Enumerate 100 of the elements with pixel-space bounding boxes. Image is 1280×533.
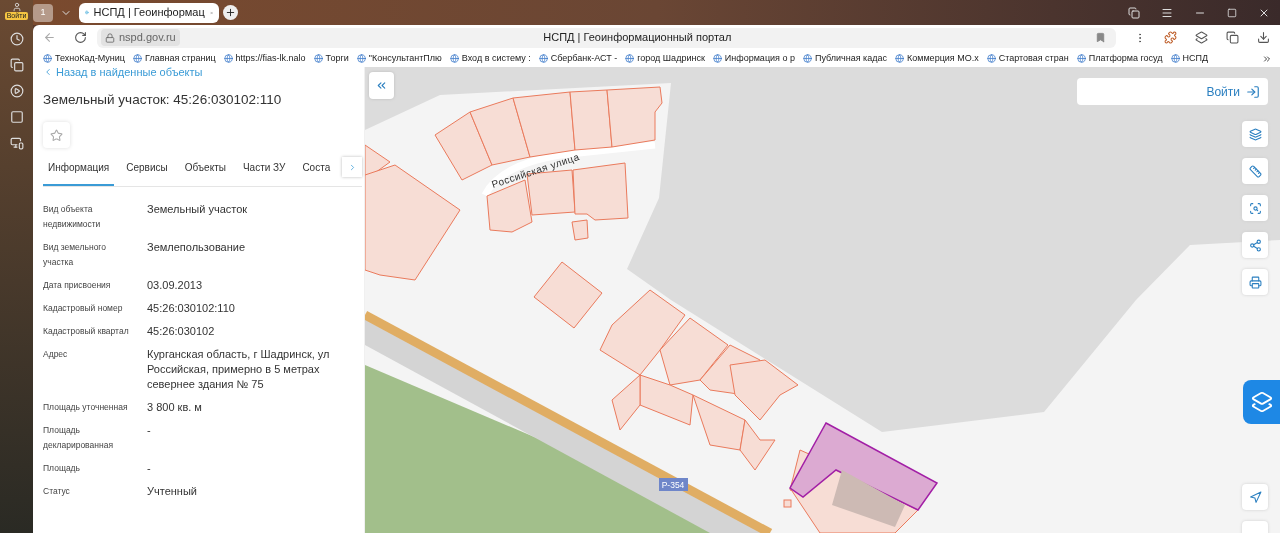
more-bookmarks-icon[interactable]: [1262, 53, 1272, 64]
favicon-icon: [43, 54, 52, 63]
locate-button[interactable]: [1242, 484, 1268, 510]
extension-icon[interactable]: [1195, 31, 1208, 44]
login-button[interactable]: Войти: [1077, 78, 1268, 105]
favicon-icon: [133, 54, 143, 63]
field-value: Учтенный: [147, 484, 197, 500]
plus-icon: [225, 7, 236, 18]
double-chevron-icon: [375, 79, 388, 92]
tabs-icon[interactable]: [1128, 6, 1140, 19]
bookmark-item[interactable]: Информация о р: [712, 51, 795, 66]
bookmark-item[interactable]: "КонсультантПлю: [356, 51, 442, 66]
bookmark-item[interactable]: Сбербанк-АСТ -: [538, 51, 618, 66]
bookmark-icon[interactable]: [1095, 32, 1106, 43]
lock-icon: [105, 32, 115, 43]
address-bar[interactable]: nspd.gov.ru НСПД | Геоинформационный портал: [97, 27, 1116, 48]
reload-icon[interactable]: [74, 31, 87, 44]
page-title: НСПД | Геоинформационный портал: [542, 30, 733, 46]
favicon-icon: [449, 54, 459, 63]
menu-icon[interactable]: [1161, 6, 1173, 19]
site-icon: [85, 7, 89, 18]
field-value: -: [147, 461, 151, 477]
favicon-icon: [1170, 54, 1180, 63]
map-tool-button[interactable]: [1242, 158, 1268, 184]
land-parcel: [533, 261, 603, 329]
assistant-icon: [1250, 391, 1273, 413]
bookmark-item[interactable]: Платформа госуд: [1076, 51, 1163, 66]
area-select-icon: [1248, 201, 1262, 215]
bookmark-item[interactable]: НСПД: [1170, 51, 1209, 66]
favicon-icon: [802, 54, 812, 63]
small-parcel: [783, 499, 792, 508]
field-value: 45:26:030102:110: [147, 301, 235, 317]
field-label: Площадь: [43, 462, 81, 476]
url-chip[interactable]: nspd.gov.ru: [101, 29, 180, 46]
field-label: Статус: [43, 485, 71, 499]
bookmark-item[interactable]: ТехноКад-Муниц: [43, 51, 126, 66]
assistant-button[interactable]: [1243, 380, 1280, 424]
bookmark-item[interactable]: Коммерция МО.х: [895, 51, 979, 66]
info-tab[interactable]: Части ЗУ: [237, 157, 291, 187]
screen-icon[interactable]: [9, 136, 24, 150]
info-tab[interactable]: Соста: [297, 157, 336, 187]
map-tool-button[interactable]: [1242, 232, 1268, 258]
favicon-icon: [356, 54, 366, 63]
extension-icon[interactable]: [1164, 31, 1177, 44]
bookmark-item[interactable]: Стартовая стран: [986, 51, 1069, 66]
navigation-arrow-icon: [1248, 490, 1262, 504]
download-icon[interactable]: [1257, 31, 1270, 44]
map-tool-button[interactable]: [1242, 269, 1268, 295]
land-parcel: [659, 317, 729, 386]
history-icon[interactable]: [9, 32, 24, 46]
favicon-icon: [895, 54, 904, 63]
info-tab[interactable]: Объекты: [179, 157, 231, 187]
counter-square-icon[interactable]: [9, 110, 24, 124]
field-label: Кадастровый квартал: [43, 325, 130, 339]
bookmark-item[interactable]: https://fias-lk.nalo: [223, 51, 306, 66]
field-value: Курганская область, г Шадринск, ул Российская, примерно в 5 метрах севернее здания № 75: [147, 347, 331, 393]
road-number-sign: Р-354: [659, 478, 688, 491]
field-label: Вид объекта недвижимости: [43, 203, 102, 232]
browser-tab[interactable]: НСПД | Геоинформац: [79, 2, 219, 23]
field-label: Площадь декларированная: [43, 424, 114, 453]
extension-icon[interactable]: [1226, 31, 1239, 44]
land-parcel: [469, 97, 531, 166]
back-icon[interactable]: [43, 31, 56, 44]
bookmark-item[interactable]: Торги: [313, 51, 349, 66]
favicon-icon: [538, 54, 548, 63]
parcel-title: Земельный участок: 45:26:030102:110: [43, 91, 283, 109]
field-value: Землепользование: [147, 240, 246, 256]
layers-icon: [1248, 127, 1262, 141]
favicon-icon: [712, 54, 722, 63]
favicon-icon: [1076, 54, 1086, 63]
bookmark-item[interactable]: Публичная кадас: [802, 51, 887, 66]
login-icon: [1246, 84, 1260, 99]
collections-icon[interactable]: [9, 58, 24, 72]
field-value: -: [147, 423, 151, 439]
bookmark-item[interactable]: Главная страниц: [133, 51, 216, 66]
collapse-panel-button[interactable]: [369, 72, 394, 99]
field-value: Земельный участок: [147, 202, 248, 218]
favicon-icon: [313, 54, 323, 63]
play-icon[interactable]: [9, 84, 24, 98]
info-tab[interactable]: Сервисы: [121, 157, 173, 187]
favicon-icon: [986, 54, 996, 63]
info-tab[interactable]: Информация: [43, 157, 115, 187]
favicon-icon: [625, 54, 635, 63]
star-icon: [50, 128, 63, 142]
field-label: Кадастровый номер: [43, 302, 124, 316]
maximize-icon[interactable]: [1227, 7, 1237, 18]
field-label: Площадь уточненная: [43, 401, 129, 415]
land-parcel: [606, 86, 663, 148]
bookmark-item[interactable]: город Шадринск: [625, 51, 705, 66]
share-icon: [1248, 238, 1262, 252]
map-tool-button[interactable]: [1242, 195, 1268, 221]
field-value: 03.09.2013: [147, 278, 203, 294]
field-value: 45:26:030102: [147, 324, 215, 340]
field-label: Адрес: [43, 348, 69, 362]
bookmark-item[interactable]: Вход в систему :: [449, 51, 531, 66]
map-tool-button[interactable]: [1242, 121, 1268, 147]
ruler-icon: [1248, 164, 1262, 178]
chevron-left-icon: [43, 67, 53, 77]
profile-icon: [10, 2, 23, 12]
new-tab-button[interactable]: [223, 5, 238, 20]
